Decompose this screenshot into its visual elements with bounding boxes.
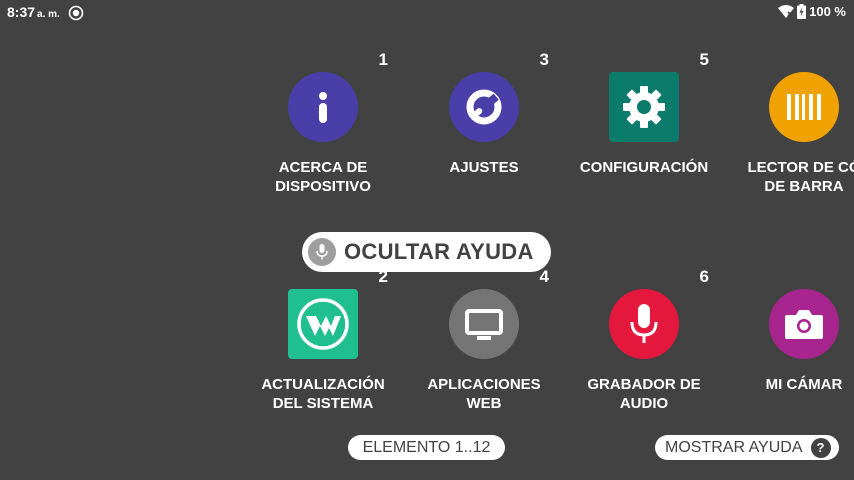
wrench-icon[interactable] — [449, 72, 519, 142]
app-label-line1: LECTOR DE CÓ — [747, 159, 854, 176]
microphone-icon[interactable] — [609, 289, 679, 359]
microphone-icon — [308, 238, 336, 266]
app-label-line1: AJUSTES — [449, 159, 519, 176]
app-label-line2: DE BARRA — [764, 178, 844, 195]
app-index: 5 — [699, 50, 709, 69]
barcode-icon[interactable] — [769, 72, 839, 142]
gear-icon[interactable] — [609, 72, 679, 142]
update-logo-icon[interactable] — [288, 289, 358, 359]
element-range-button[interactable]: ELEMENTO 1..12 — [348, 435, 505, 460]
app-label-line2: DISPOSITIVO — [275, 178, 371, 195]
show-help-label: MOSTRAR AYUDA — [665, 439, 803, 456]
app-label-line1: ACTUALIZACIÓN — [261, 376, 385, 393]
help-icon: ? — [810, 437, 831, 458]
hide-help-label: OCULTAR AYUDA — [344, 239, 534, 264]
app-label-line1: ACERCA DE — [278, 159, 368, 176]
app-label-line1: CONFIGURACIÓN — [579, 159, 709, 176]
app-label-line2: DEL SISTEMA — [272, 395, 374, 412]
app-label-line1: GRABADOR DE — [587, 376, 701, 393]
app-label-line1: APLICACIONES — [427, 376, 541, 393]
app-index: 6 — [699, 267, 709, 286]
app-index: 1 — [378, 50, 388, 69]
app-label-line1: MI CÁMAR — [765, 376, 843, 393]
camera-icon[interactable] — [769, 289, 839, 359]
app-label-line2: AUDIO — [619, 395, 669, 412]
app-label-line2: WEB — [466, 395, 502, 412]
hide-help-button[interactable]: OCULTAR AYUDA — [302, 232, 551, 272]
monitor-icon[interactable] — [449, 289, 519, 359]
element-range-label: ELEMENTO 1..12 — [362, 439, 491, 456]
app-index: 3 — [539, 50, 549, 69]
info-icon[interactable] — [288, 72, 358, 142]
show-help-button[interactable]: MOSTRAR AYUDA ? — [655, 435, 839, 460]
